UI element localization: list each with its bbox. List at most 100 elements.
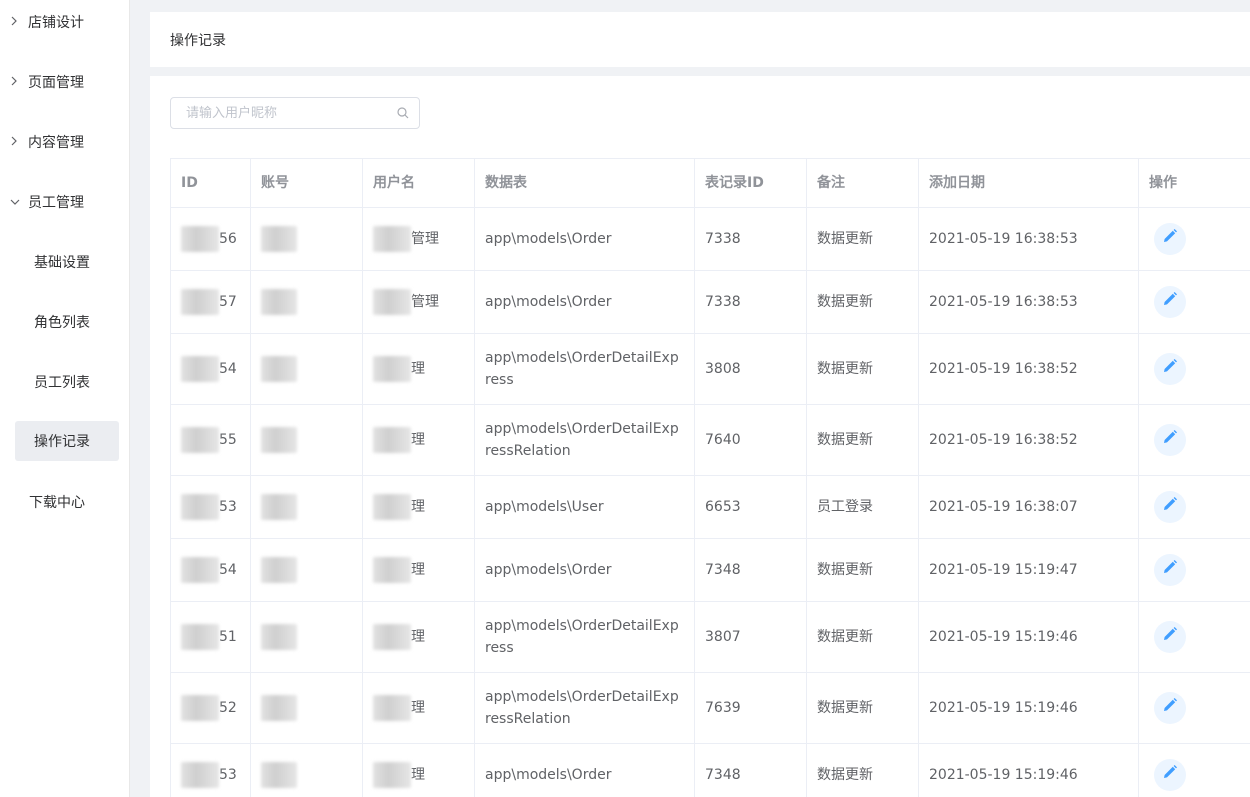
cell-id: 55 [170, 404, 251, 476]
cell-action [1138, 333, 1250, 405]
cell-note: 数据更新 [806, 672, 919, 744]
cell-note: 数据更新 [806, 601, 919, 673]
edit-button[interactable] [1154, 353, 1186, 385]
redacted-blur [373, 557, 411, 583]
sidebar-group-page-management[interactable]: 页面管理 [0, 62, 130, 102]
cell-record-id: 6653 [694, 475, 807, 539]
cell-id: 54 [170, 538, 251, 602]
table-row: 54 理 app\models\Order 7348 数据更新 2021-05-19 15… [170, 538, 1250, 602]
table-row: 54 理 app\models\OrderDetailExpress 3808 数据更新… [170, 333, 1250, 405]
username-value: 管理 [411, 231, 439, 247]
sidebar: 店铺设计 页面管理 内容管理 员工管理 基础设置 角色列表 员工列表 操作记录 … [0, 0, 130, 797]
cell-action [1138, 743, 1250, 797]
cell-action [1138, 475, 1250, 539]
redacted-blur [261, 356, 297, 382]
pencil-icon [1162, 764, 1178, 787]
cell-action [1138, 207, 1250, 271]
cell-action [1138, 672, 1250, 744]
sidebar-item-download-center[interactable]: 下载中心 [29, 482, 85, 522]
cell-date: 2021-05-19 15:19:46 [918, 672, 1139, 744]
username-value: 理 [411, 562, 425, 578]
edit-button[interactable] [1154, 759, 1186, 791]
cell-account [250, 475, 363, 539]
sidebar-group-content-management[interactable]: 内容管理 [0, 122, 130, 162]
pencil-icon [1162, 697, 1178, 720]
cell-account [250, 743, 363, 797]
cell-record-id: 7348 [694, 538, 807, 602]
column-header-data-table[interactable]: 数据表 [474, 158, 695, 208]
sidebar-item-label: 角色列表 [34, 315, 90, 331]
redacted-blur [181, 289, 219, 315]
search-icon[interactable] [397, 107, 409, 119]
id-value: 55 [219, 432, 237, 448]
edit-button[interactable] [1154, 286, 1186, 318]
sidebar-group-staff-management[interactable]: 员工管理 [0, 182, 130, 222]
cell-account [250, 601, 363, 673]
cell-id: 53 [170, 475, 251, 539]
sidebar-item-basic-settings[interactable]: 基础设置 [15, 242, 119, 282]
cell-data-table: app\models\Order [474, 270, 695, 334]
pencil-icon [1162, 496, 1178, 519]
page-header: 操作记录 [150, 12, 1250, 67]
edit-button[interactable] [1154, 554, 1186, 586]
table-row: 53 理 app\models\User 6653 员工登录 2021-05-19 16:… [170, 475, 1250, 539]
cell-username: 理 [362, 601, 475, 673]
username-value: 理 [411, 361, 425, 377]
cell-data-table: app\models\Order [474, 538, 695, 602]
column-header-id[interactable]: ID [170, 158, 251, 208]
cell-action [1138, 404, 1250, 476]
chevron-right-icon [10, 75, 26, 89]
redacted-blur [373, 695, 411, 721]
id-value: 56 [219, 231, 237, 247]
sidebar-group-shop-design[interactable]: 店铺设计 [0, 2, 130, 42]
redacted-blur [373, 762, 411, 788]
edit-button[interactable] [1154, 621, 1186, 653]
cell-username: 管理 [362, 270, 475, 334]
column-header-username[interactable]: 用户名 [362, 158, 475, 208]
table-row: 51 理 app\models\OrderDetailExpress 3807 数据更新… [170, 601, 1250, 673]
redacted-blur [261, 624, 297, 650]
id-value: 51 [219, 629, 237, 645]
redacted-blur [373, 356, 411, 382]
cell-id: 56 [170, 207, 251, 271]
column-header-note[interactable]: 备注 [806, 158, 919, 208]
cell-record-id: 3807 [694, 601, 807, 673]
cell-record-id: 7338 [694, 207, 807, 271]
page-title: 操作记录 [170, 32, 226, 49]
pencil-icon [1162, 559, 1178, 582]
cell-account [250, 538, 363, 602]
cell-date: 2021-05-19 15:19:46 [918, 601, 1139, 673]
operation-log-table: ID 账号 用户名 数据表 表记录ID 备注 添加日期 操作 56 管理 app\m… [170, 158, 1250, 797]
redacted-blur [261, 427, 297, 453]
sidebar-item-role-list[interactable]: 角色列表 [15, 302, 119, 342]
cell-note: 数据更新 [806, 538, 919, 602]
cell-username: 理 [362, 475, 475, 539]
column-header-account[interactable]: 账号 [250, 158, 363, 208]
cell-id: 51 [170, 601, 251, 673]
column-header-record-id[interactable]: 表记录ID [694, 158, 807, 208]
cell-account [250, 270, 363, 334]
cell-record-id: 7338 [694, 270, 807, 334]
cell-id: 54 [170, 333, 251, 405]
edit-button[interactable] [1154, 692, 1186, 724]
redacted-blur [181, 557, 219, 583]
redacted-blur [181, 494, 219, 520]
edit-button[interactable] [1154, 491, 1186, 523]
cell-username: 理 [362, 333, 475, 405]
table-row: 55 理 app\models\OrderDetailExpressRelation… [170, 404, 1250, 476]
cell-note: 数据更新 [806, 333, 919, 405]
sidebar-group-label: 员工管理 [28, 195, 84, 211]
edit-button[interactable] [1154, 223, 1186, 255]
sidebar-item-operation-log[interactable]: 操作记录 [15, 421, 119, 461]
edit-button[interactable] [1154, 424, 1186, 456]
cell-date: 2021-05-19 16:38:53 [918, 207, 1139, 271]
redacted-blur [373, 624, 411, 650]
column-header-date[interactable]: 添加日期 [918, 158, 1139, 208]
table-row: 56 管理 app\models\Order 7338 数据更新 2021-05-19 1… [170, 207, 1250, 271]
sidebar-item-staff-list[interactable]: 员工列表 [15, 362, 119, 402]
search-input[interactable] [171, 98, 386, 128]
pencil-icon [1162, 291, 1178, 314]
pencil-icon [1162, 429, 1178, 452]
sidebar-item-label: 员工列表 [34, 375, 90, 391]
cell-note: 数据更新 [806, 404, 919, 476]
